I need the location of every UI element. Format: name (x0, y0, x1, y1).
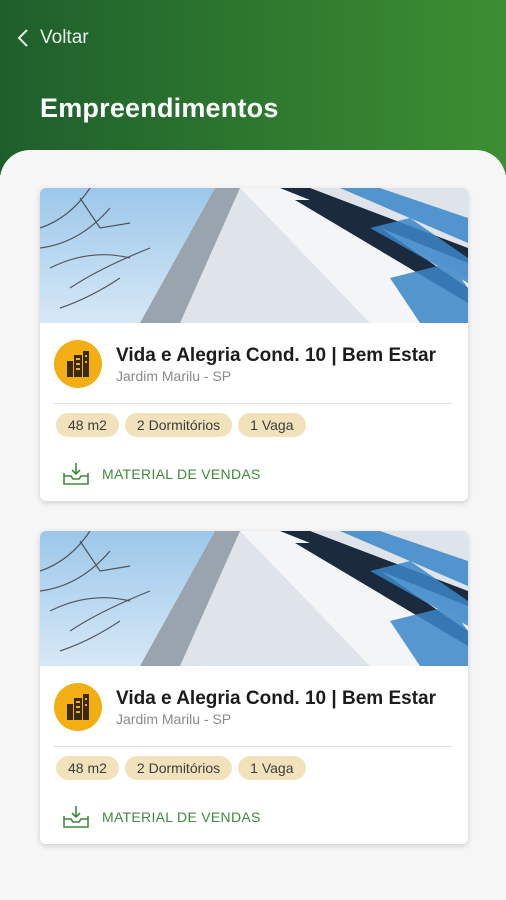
header: Voltar Empreendimentos (0, 0, 506, 175)
download-tray-icon (63, 463, 89, 485)
sales-material-label: MATERIAL DE VENDAS (102, 466, 261, 482)
back-label: Voltar (40, 27, 89, 48)
property-location: Jardim Marilu - SP (116, 710, 232, 727)
property-location: Jardim Marilu - SP (116, 367, 232, 384)
page-title: Empreendimentos (40, 93, 279, 123)
property-photo (40, 531, 468, 666)
property-card[interactable]: Vida e Alegria Cond. 10 | Bem Estar Jard… (40, 188, 468, 501)
chip-parking: 1 Vaga (238, 413, 306, 437)
property-name: Vida e Alegria Cond. 10 | Bem Estar (116, 344, 436, 366)
chip-area: 48 m2 (56, 756, 119, 780)
back-button[interactable]: Voltar (16, 24, 89, 52)
property-card[interactable]: Vida e Alegria Cond. 10 | Bem Estar Jard… (40, 531, 468, 844)
divider (54, 746, 452, 747)
feature-chips: 48 m2 2 Dormitórios 1 Vaga (56, 413, 306, 437)
divider (54, 403, 452, 404)
chip-area: 48 m2 (56, 413, 119, 437)
building-icon (54, 683, 102, 731)
building-icon (54, 340, 102, 388)
feature-chips: 48 m2 2 Dormitórios 1 Vaga (56, 756, 306, 780)
property-photo (40, 188, 468, 323)
sales-material-button[interactable]: MATERIAL DE VENDAS (62, 803, 261, 831)
download-tray-icon (63, 806, 89, 828)
property-name: Vida e Alegria Cond. 10 | Bem Estar (116, 687, 436, 709)
sales-material-button[interactable]: MATERIAL DE VENDAS (62, 460, 261, 488)
card-header: Vida e Alegria Cond. 10 | Bem Estar Jard… (54, 339, 454, 389)
chip-bedrooms: 2 Dormitórios (124, 756, 233, 780)
chevron-left-icon (17, 29, 28, 47)
chip-parking: 1 Vaga (238, 756, 306, 780)
sales-material-label: MATERIAL DE VENDAS (102, 809, 261, 825)
card-header: Vida e Alegria Cond. 10 | Bem Estar Jard… (54, 682, 454, 732)
chip-bedrooms: 2 Dormitórios (124, 413, 233, 437)
